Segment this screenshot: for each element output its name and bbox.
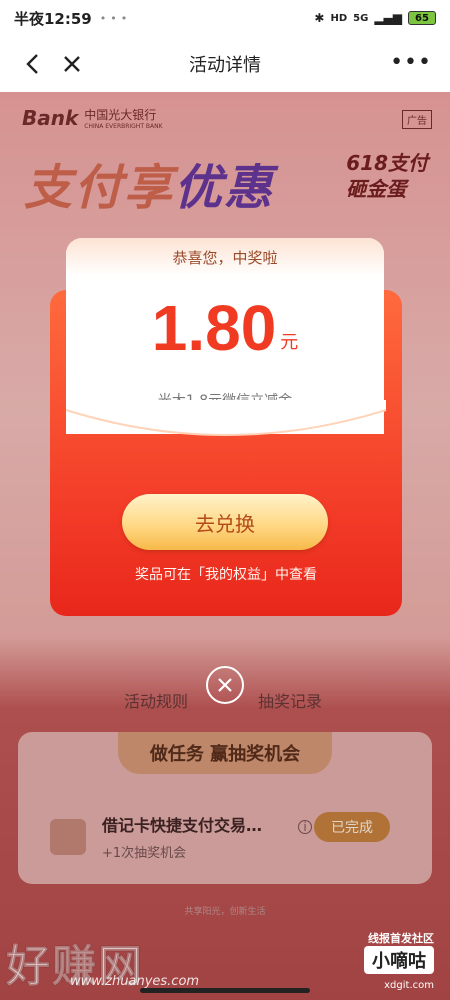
close-icon[interactable] [58, 50, 86, 78]
back-arrow-icon[interactable] [18, 50, 46, 78]
prize-amount: 1.80 [151, 292, 277, 364]
home-indicator[interactable] [140, 988, 310, 993]
status-right: ✱ HD 5G ▂▄▆ 65 [314, 11, 436, 25]
modal-curve [65, 400, 387, 436]
watermark-right-badge: 小嘀咕 [364, 946, 434, 974]
status-time: 半夜12:59 [14, 9, 92, 28]
prize-amount-row: 1.80 元 [66, 296, 384, 360]
status-bar: 半夜12:59 ••• ✱ HD 5G ▂▄▆ 65 [0, 0, 450, 36]
signal-bars-icon: ▂▄▆ [374, 11, 402, 25]
watermark-right-url: xdgit.com [384, 980, 434, 991]
hd-icon: HD [330, 12, 348, 24]
redeem-button[interactable]: 去兑换 [122, 494, 328, 550]
more-dots-icon[interactable]: ••• [390, 50, 432, 75]
prize-header: 恭喜您，中奖啦 [66, 238, 384, 276]
close-circle-icon[interactable] [206, 666, 244, 704]
prize-unit: 元 [280, 332, 299, 353]
nav-bar: 活动详情 ••• [0, 36, 450, 92]
signal-icon: 5G [353, 12, 369, 24]
redeem-hint: 奖品可在「我的权益」中查看 [135, 567, 317, 583]
battery-icon: 65 [408, 11, 436, 25]
notification-icons: ••• [99, 11, 132, 25]
watermark-right-caption: 线报首发社区 [368, 932, 434, 945]
watermark-left-url: www.zhuanyes.com [70, 974, 200, 989]
bluetooth-icon: ✱ [314, 11, 325, 25]
